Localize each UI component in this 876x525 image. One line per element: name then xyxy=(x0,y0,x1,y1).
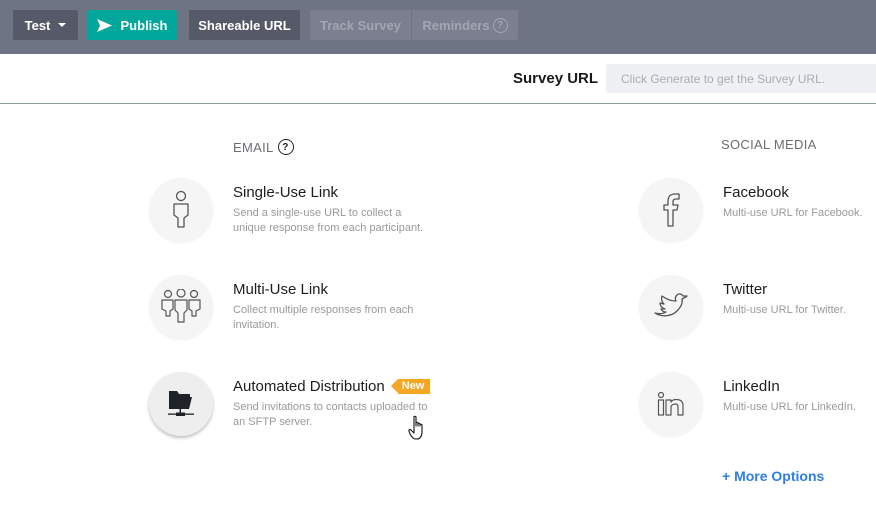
option-title: Automated Distribution New xyxy=(233,378,431,395)
group-people-icon xyxy=(161,289,201,323)
option-description: Multi-use URL for Twitter. xyxy=(723,304,846,316)
twitter-icon-circle xyxy=(639,275,703,339)
description-line: invitation. xyxy=(233,319,280,331)
linkedin-icon-circle xyxy=(639,372,703,436)
disabled-button-group: Track Survey Reminders ? xyxy=(310,10,518,40)
email-section-title: EMAIL ? xyxy=(233,139,294,155)
description-line: unique response from each participant. xyxy=(233,222,424,234)
track-survey-label: Track Survey xyxy=(320,17,401,33)
option-title: Facebook xyxy=(723,184,789,201)
linkedin-option[interactable]: LinkedIn Multi-use URL for LinkedIn. xyxy=(639,372,876,436)
facebook-option[interactable]: Facebook Multi-use URL for Facebook. xyxy=(639,178,876,242)
survey-url-label: Survey URL xyxy=(513,70,599,87)
shareable-url-label: Shareable URL xyxy=(198,17,291,33)
new-badge: New xyxy=(390,379,431,394)
twitter-icon xyxy=(654,293,688,317)
option-title: Single-Use Link xyxy=(233,184,339,201)
description-line: an SFTP server. xyxy=(233,416,313,428)
option-title: LinkedIn xyxy=(723,378,780,395)
multi-use-link-option[interactable]: Multi-Use Link Collect multiple response… xyxy=(149,275,469,339)
publish-label: Publish xyxy=(120,17,168,33)
survey-url-input[interactable] xyxy=(606,64,876,93)
linkedin-icon xyxy=(657,391,684,416)
survey-url-bar: Survey URL xyxy=(0,54,876,104)
facebook-icon-circle xyxy=(639,178,703,242)
option-description: Send a single-use URL to collect a uniqu… xyxy=(233,206,423,236)
facebook-icon xyxy=(663,193,680,227)
social-title: SOCIAL MEDIA xyxy=(721,137,817,152)
top-toolbar: Test Publish Shareable URL Track Survey … xyxy=(0,0,876,54)
description-line: Collect multiple responses from each xyxy=(233,304,414,316)
description-line: Send invitations to contacts uploaded to xyxy=(233,401,428,413)
sftp-folder-icon xyxy=(168,391,194,416)
shareable-url-button[interactable]: Shareable URL xyxy=(189,10,300,40)
twitter-option[interactable]: Twitter Multi-use URL for Twitter. xyxy=(639,275,876,339)
option-description: Multi-use URL for LinkedIn. xyxy=(723,401,856,413)
automated-distribution-icon-circle xyxy=(149,372,213,436)
caret-down-icon xyxy=(58,23,67,27)
social-media-section-title: SOCIAL MEDIA xyxy=(721,137,817,152)
option-title: Multi-Use Link xyxy=(233,281,329,298)
single-use-link-icon-circle xyxy=(149,178,213,242)
test-label: Test xyxy=(24,17,51,33)
test-dropdown-button[interactable]: Test xyxy=(13,10,78,40)
option-title: Twitter xyxy=(723,281,768,298)
send-icon xyxy=(96,18,112,32)
reminders-button[interactable]: Reminders ? xyxy=(412,10,518,40)
track-survey-button[interactable]: Track Survey xyxy=(310,10,412,40)
option-description: Collect multiple responses from each inv… xyxy=(233,303,413,333)
hand-cursor-icon xyxy=(408,415,423,440)
help-icon: ? xyxy=(492,17,508,33)
option-title-text: Automated Distribution xyxy=(233,378,385,395)
email-title: EMAIL xyxy=(233,139,274,155)
option-description: Multi-use URL for Facebook. xyxy=(723,207,863,219)
publish-button[interactable]: Publish xyxy=(87,10,177,40)
description-line: Send a single-use URL to collect a xyxy=(233,207,402,219)
multi-use-link-icon-circle xyxy=(149,275,213,339)
more-options-link[interactable]: + More Options xyxy=(722,468,824,484)
single-person-icon xyxy=(173,190,189,228)
single-use-link-option[interactable]: Single-Use Link Send a single-use URL to… xyxy=(149,178,469,242)
reminders-label: Reminders xyxy=(422,17,490,33)
help-icon[interactable]: ? xyxy=(277,139,294,155)
option-description: Send invitations to contacts uploaded to… xyxy=(233,400,427,430)
